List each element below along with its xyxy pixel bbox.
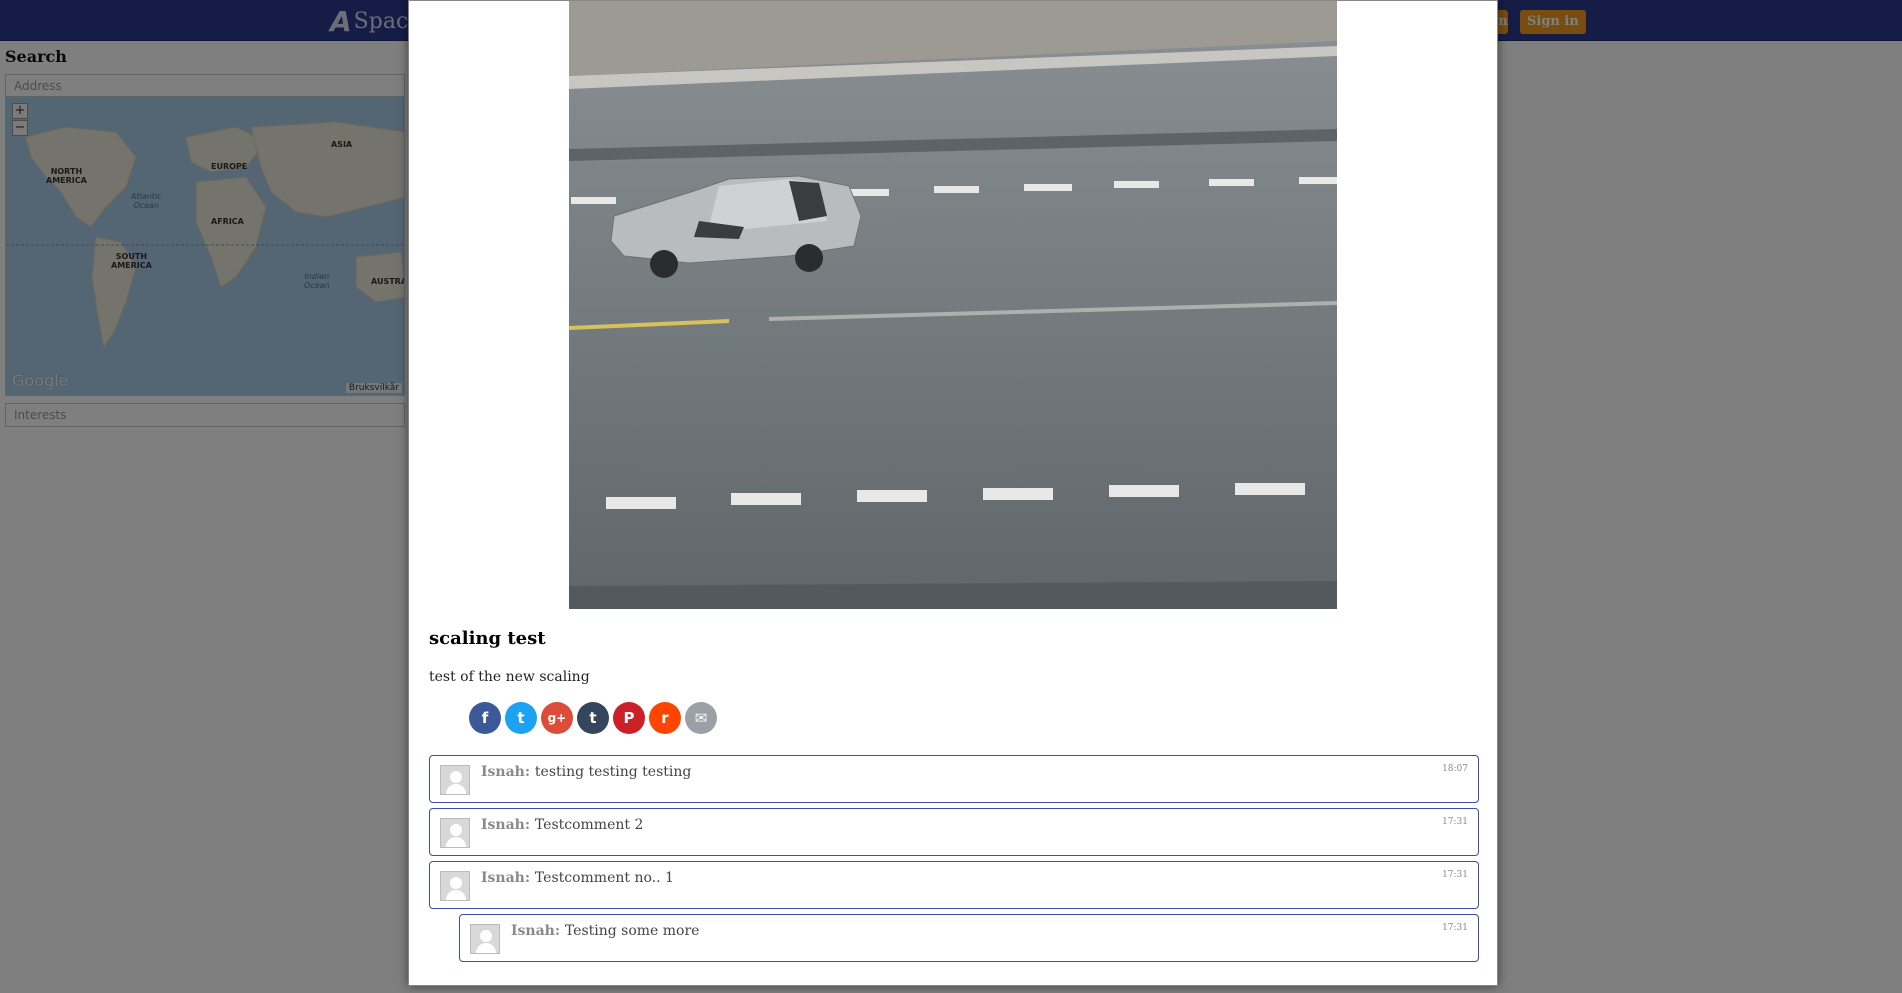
- reddit-icon[interactable]: r: [649, 702, 681, 734]
- comment-reply: Isnah: Testing some more 17:31: [459, 914, 1479, 962]
- facebook-icon[interactable]: f: [469, 702, 501, 734]
- email-icon[interactable]: ✉: [685, 702, 717, 734]
- comment-body: Isnah: Testcomment 2: [481, 817, 644, 833]
- comment-time: 17:31: [1442, 923, 1468, 933]
- comment-author[interactable]: Isnah: [511, 923, 555, 939]
- comment-author[interactable]: Isnah: [481, 870, 525, 886]
- comment-body: Isnah: testing testing testing: [481, 764, 692, 780]
- avatar[interactable]: [470, 924, 500, 954]
- comment: Isnah: Testcomment 2 17:31: [429, 808, 1479, 856]
- avatar[interactable]: [440, 765, 470, 795]
- comment-text: Testcomment 2: [534, 817, 644, 833]
- post-modal: scaling test test of the new scaling f t…: [408, 0, 1498, 986]
- comment: Isnah: testing testing testing 18:07: [429, 755, 1479, 803]
- comment-text: testing testing testing: [534, 764, 692, 780]
- comment-time: 18:07: [1442, 764, 1468, 774]
- google-plus-icon[interactable]: g+: [541, 702, 573, 734]
- comment: Isnah: Testcomment no.. 1 17:31: [429, 861, 1479, 909]
- comment-body: Isnah: Testing some more: [511, 923, 700, 939]
- post-title: scaling test: [429, 628, 546, 649]
- comment-list: Isnah: testing testing testing 18:07 Isn…: [429, 755, 1479, 967]
- comment-time: 17:31: [1442, 870, 1468, 880]
- street-photo-image: [569, 1, 1337, 609]
- avatar[interactable]: [440, 871, 470, 901]
- share-buttons: f t g+ t P r ✉: [469, 702, 717, 734]
- tumblr-icon[interactable]: t: [577, 702, 609, 734]
- post-description: test of the new scaling: [429, 669, 590, 685]
- comment-text: Testing some more: [564, 923, 700, 939]
- comment-author[interactable]: Isnah: [481, 817, 525, 833]
- comment-author[interactable]: Isnah: [481, 764, 525, 780]
- comment-text: Testcomment no.. 1: [534, 870, 674, 886]
- comment-time: 17:31: [1442, 817, 1468, 827]
- avatar[interactable]: [440, 818, 470, 848]
- post-photo: [569, 1, 1337, 609]
- comment-body: Isnah: Testcomment no.. 1: [481, 870, 674, 886]
- pinterest-icon[interactable]: P: [613, 702, 645, 734]
- twitter-icon[interactable]: t: [505, 702, 537, 734]
